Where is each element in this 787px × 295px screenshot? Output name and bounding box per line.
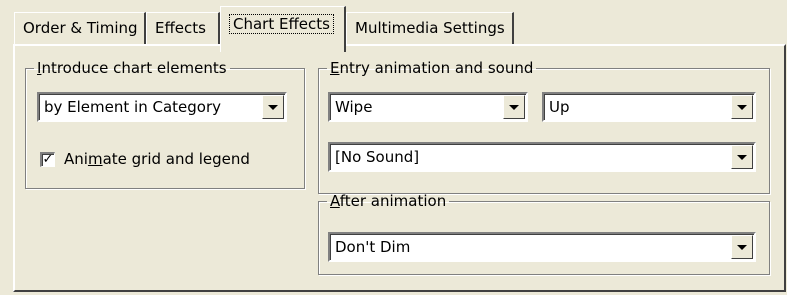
tab-multimedia-settings-label: Multimedia Settings — [355, 19, 505, 37]
animate-grid-legend-checkbox[interactable]: ✓ — [40, 151, 55, 167]
animate-grid-legend-row[interactable]: ✓ Animate grid and legend — [40, 150, 250, 168]
introduce-chart-elements-value: by Element in Category — [44, 98, 221, 116]
entry-direction-select[interactable]: Up — [542, 92, 756, 122]
entry-direction-dropdown-button[interactable] — [731, 95, 753, 119]
after-animation-value: Don't Dim — [335, 238, 411, 256]
tab-order-timing[interactable]: Order & Timing — [14, 12, 146, 46]
tab-chart-effects[interactable]: Chart Effects — [220, 6, 346, 52]
chevron-down-icon — [737, 244, 747, 250]
after-animation-legend: After animation — [330, 192, 447, 210]
introduce-chart-elements-legend: Introduce chart elements — [37, 59, 227, 77]
entry-animation-sound-group: Entry animation and sound — [318, 59, 770, 194]
entry-direction-value: Up — [549, 98, 570, 116]
introduce-chart-elements-select[interactable]: by Element in Category — [37, 92, 287, 122]
entry-effect-dropdown-button[interactable] — [503, 95, 525, 119]
chart-effects-panel: Introduce chart elements by Element in C… — [13, 44, 786, 292]
after-animation-select[interactable]: Don't Dim — [328, 232, 756, 262]
checkmark-icon: ✓ — [42, 152, 54, 167]
entry-effect-value: Wipe — [335, 98, 373, 116]
introduce-dropdown-button[interactable] — [262, 95, 284, 119]
tab-effects-label: Effects — [155, 19, 206, 37]
animate-grid-legend-label: Animate grid and legend — [64, 150, 250, 168]
chevron-down-icon — [737, 154, 747, 160]
entry-sound-value: [No Sound] — [335, 148, 420, 166]
introduce-chart-elements-group: Introduce chart elements — [25, 59, 305, 189]
after-animation-dropdown-button[interactable] — [731, 235, 753, 259]
tab-multimedia-settings[interactable]: Multimedia Settings — [346, 12, 514, 46]
chevron-down-icon — [737, 104, 747, 110]
chevron-down-icon — [268, 104, 278, 110]
tab-order-timing-label: Order & Timing — [23, 19, 138, 37]
tab-strip: Order & Timing Effects Chart Effects Mul… — [0, 0, 787, 52]
entry-effect-select[interactable]: Wipe — [328, 92, 528, 122]
entry-sound-dropdown-button[interactable] — [731, 145, 753, 169]
entry-sound-select[interactable]: [No Sound] — [328, 142, 756, 172]
tab-effects[interactable]: Effects — [146, 12, 220, 46]
chevron-down-icon — [509, 104, 519, 110]
tab-chart-effects-label: Chart Effects — [229, 14, 334, 34]
entry-animation-sound-legend: Entry animation and sound — [330, 59, 534, 77]
